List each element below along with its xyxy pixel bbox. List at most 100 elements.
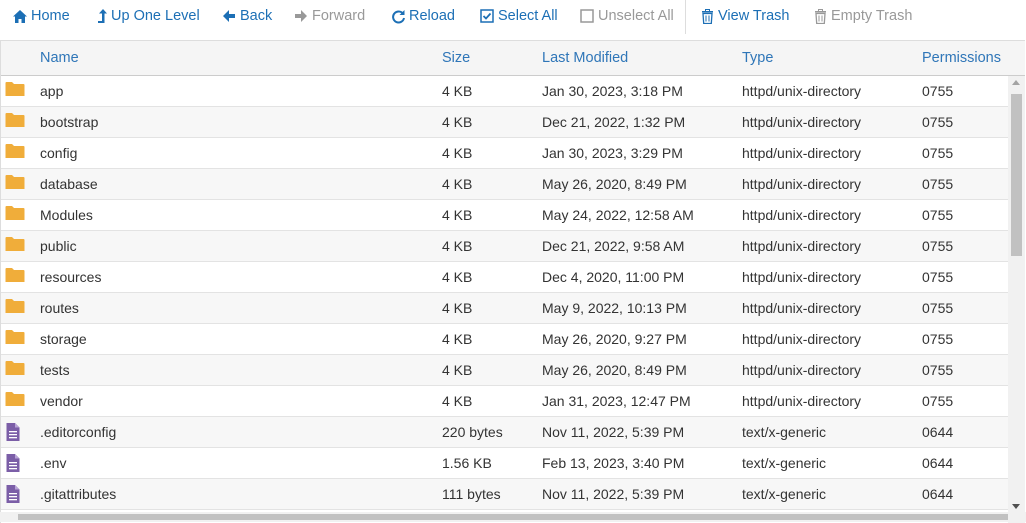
file-type: httpd/unix-directory <box>742 114 862 130</box>
column-header-name[interactable]: Name <box>40 50 79 66</box>
table-row[interactable]: config 4 KB Jan 30, 2023, 3:29 PM httpd/uni… <box>1 138 1008 169</box>
back-button[interactable]: Back <box>221 6 272 26</box>
horizontal-scroll-thumb[interactable] <box>18 514 1008 520</box>
file-type: httpd/unix-directory <box>742 207 862 223</box>
file-size: 220 bytes <box>442 424 503 440</box>
home-icon <box>12 8 28 24</box>
home-button[interactable]: Home <box>12 6 70 26</box>
unselect-all-label: Unselect All <box>598 8 674 24</box>
empty-trash-label: Empty Trash <box>831 8 913 24</box>
file-size: 4 KB <box>442 393 473 409</box>
table-row[interactable]: bootstrap 4 KB Dec 21, 2022, 1:32 PM httpd/… <box>1 107 1008 138</box>
file-last-modified: Dec 21, 2022, 1:32 PM <box>542 114 686 130</box>
folder-icon <box>5 236 25 254</box>
table-row[interactable]: vendor 4 KB Jan 31, 2023, 12:47 PM httpd/un… <box>1 386 1008 417</box>
file-size: 4 KB <box>442 83 473 99</box>
folder-icon <box>5 298 25 316</box>
folder-icon <box>5 329 25 347</box>
file-permissions: 0755 <box>922 207 954 223</box>
file-name[interactable]: .editorconfig <box>40 424 116 440</box>
file-type: httpd/unix-directory <box>742 83 862 99</box>
file-type: httpd/unix-directory <box>742 145 862 161</box>
file-name[interactable]: Modules <box>40 207 93 223</box>
unselect-all-button[interactable]: Unselect All <box>579 6 674 26</box>
file-permissions: 0755 <box>922 269 954 285</box>
file-rows: app 4 KB Jan 30, 2023, 3:18 PM httpd/unix-d… <box>1 76 1008 510</box>
empty-trash-button[interactable]: Empty Trash <box>812 6 912 26</box>
folder-icon <box>5 174 25 192</box>
table-row[interactable]: routes 4 KB May 9, 2022, 10:13 PM httpd/uni… <box>1 293 1008 324</box>
table-row[interactable]: .gitattributes 111 bytes Nov 11, 2022, 5:3… <box>1 479 1008 510</box>
file-last-modified: Dec 4, 2020, 11:00 PM <box>542 269 685 285</box>
arrow-right-icon <box>293 8 309 24</box>
vertical-scrollbar[interactable] <box>1008 76 1025 523</box>
file-last-modified: Nov 11, 2022, 5:39 PM <box>542 424 685 440</box>
file-name[interactable]: public <box>40 238 77 254</box>
table-row[interactable]: .editorconfig 220 bytes Nov 11, 2022, 5:39… <box>1 417 1008 448</box>
file-last-modified: May 9, 2022, 10:13 PM <box>542 300 687 316</box>
table-row[interactable]: .env 1.56 KB Feb 13, 2023, 3:40 PM text/x-g… <box>1 448 1008 479</box>
view-trash-label: View Trash <box>718 8 790 24</box>
file-last-modified: May 26, 2020, 9:27 PM <box>542 331 687 347</box>
column-header-type[interactable]: Type <box>742 50 773 66</box>
file-last-modified: Feb 13, 2023, 3:40 PM <box>542 455 685 471</box>
vertical-scroll-thumb[interactable] <box>1011 94 1022 256</box>
column-header-last-modified[interactable]: Last Modified <box>542 50 628 66</box>
scroll-up-arrow-icon[interactable] <box>1012 80 1020 85</box>
scroll-down-arrow-icon[interactable] <box>1012 504 1020 509</box>
table-row[interactable]: storage 4 KB May 26, 2020, 9:27 PM httpd/un… <box>1 324 1008 355</box>
trash-icon <box>812 8 828 24</box>
file-last-modified: Jan 31, 2023, 12:47 PM <box>542 393 691 409</box>
file-size: 4 KB <box>442 145 473 161</box>
file-name[interactable]: app <box>40 83 63 99</box>
file-size: 4 KB <box>442 176 473 192</box>
file-icon <box>5 484 25 503</box>
refresh-icon <box>390 8 406 24</box>
file-name[interactable]: .gitattributes <box>40 486 116 502</box>
horizontal-scrollbar[interactable] <box>0 512 1026 522</box>
toolbar-divider <box>685 0 686 34</box>
file-name[interactable]: config <box>40 145 77 161</box>
file-type: httpd/unix-directory <box>742 176 862 192</box>
table-row[interactable]: resources 4 KB Dec 4, 2020, 11:00 PM httpd/… <box>1 262 1008 293</box>
file-name[interactable]: resources <box>40 269 101 285</box>
file-type: text/x-generic <box>742 455 827 471</box>
table-row[interactable]: Modules 4 KB May 24, 2022, 12:58 AM httpd/u… <box>1 200 1008 231</box>
file-name[interactable]: routes <box>40 300 79 316</box>
column-header-permissions[interactable]: Permissions <box>922 50 1001 66</box>
table-row[interactable]: app 4 KB Jan 30, 2023, 3:18 PM httpd/unix-d… <box>1 76 1008 107</box>
table-row[interactable]: tests 4 KB May 26, 2020, 8:49 PM httpd/unix… <box>1 355 1008 386</box>
file-size: 4 KB <box>442 207 473 223</box>
file-name[interactable]: tests <box>40 362 70 378</box>
file-name[interactable]: database <box>40 176 98 192</box>
file-name[interactable]: storage <box>40 331 87 347</box>
forward-button[interactable]: Forward <box>293 6 365 26</box>
arrow-left-icon <box>221 8 237 24</box>
file-type: httpd/unix-directory <box>742 238 862 254</box>
file-permissions: 0755 <box>922 362 954 378</box>
view-trash-button[interactable]: View Trash <box>699 6 789 26</box>
table-row[interactable]: public 4 KB Dec 21, 2022, 9:58 AM httpd/uni… <box>1 231 1008 262</box>
table-row[interactable]: database 4 KB May 26, 2020, 8:49 PM httpd/u… <box>1 169 1008 200</box>
file-last-modified: Jan 30, 2023, 3:29 PM <box>542 145 683 161</box>
file-size: 1.56 KB <box>442 455 492 471</box>
folder-icon <box>5 205 25 223</box>
file-type: httpd/unix-directory <box>742 393 862 409</box>
file-name[interactable]: bootstrap <box>40 114 98 130</box>
file-permissions: 0644 <box>922 486 954 502</box>
file-permissions: 0755 <box>922 145 954 161</box>
up-one-level-button[interactable]: Up One Level <box>96 6 200 26</box>
folder-icon <box>5 360 25 378</box>
file-name[interactable]: vendor <box>40 393 83 409</box>
folder-icon <box>5 267 25 285</box>
file-permissions: 0755 <box>922 238 954 254</box>
reload-button[interactable]: Reload <box>390 6 455 26</box>
folder-icon <box>5 81 25 99</box>
file-last-modified: May 26, 2020, 8:49 PM <box>542 176 687 192</box>
column-header-size[interactable]: Size <box>442 50 470 66</box>
select-all-button[interactable]: Select All <box>479 6 558 26</box>
file-last-modified: May 24, 2022, 12:58 AM <box>542 207 694 223</box>
reload-label: Reload <box>409 8 455 24</box>
file-name[interactable]: .env <box>40 455 66 471</box>
file-last-modified: May 26, 2020, 8:49 PM <box>542 362 687 378</box>
